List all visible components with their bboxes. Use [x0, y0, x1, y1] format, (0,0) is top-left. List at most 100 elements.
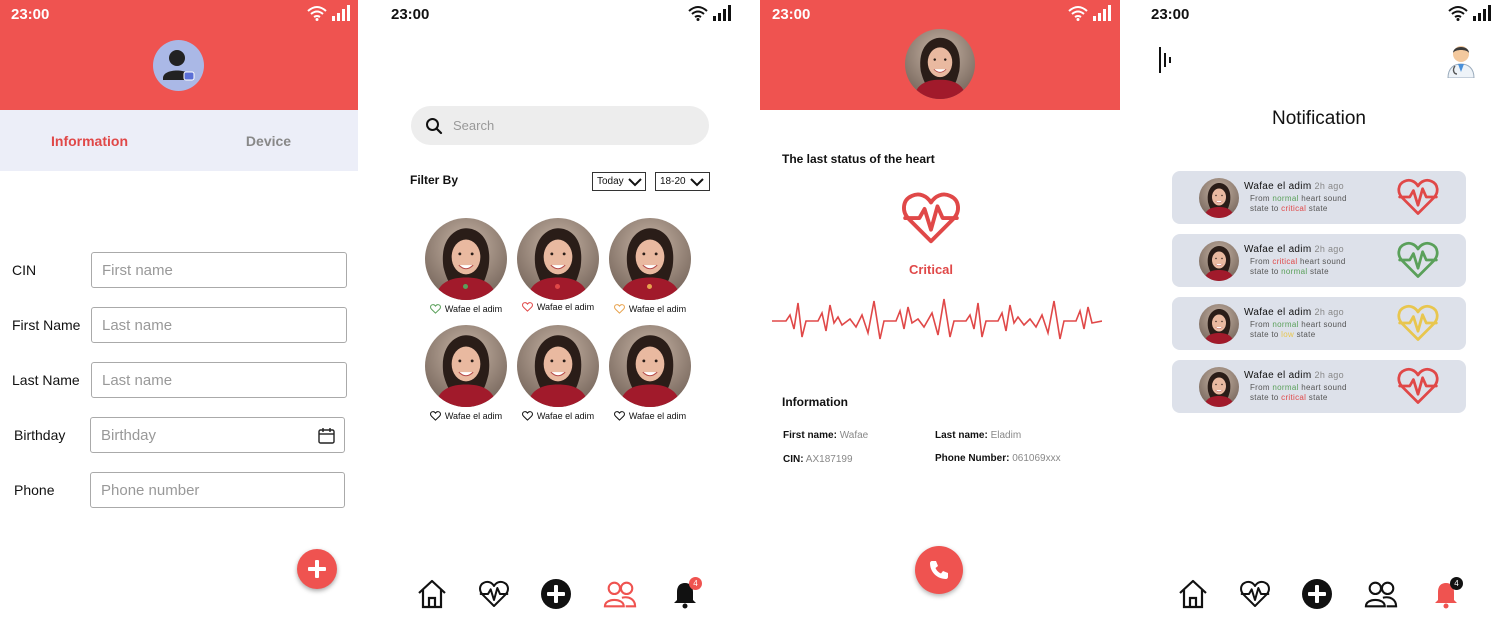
first-name-input[interactable]: Last name [91, 307, 347, 343]
msg-mid: heart sound [1301, 194, 1347, 203]
patient-photo [517, 325, 599, 407]
call-button[interactable] [915, 546, 963, 594]
birthday-label: Birthday [14, 427, 66, 443]
users-icon [1364, 581, 1398, 608]
msg-end: state [1309, 267, 1329, 276]
msg-to: state to [1250, 267, 1279, 276]
status-icons [688, 5, 732, 21]
search-input[interactable]: Search [411, 106, 709, 145]
age-filter-dropdown[interactable]: 18-20 [655, 172, 710, 191]
msg-from-state: normal [1272, 320, 1299, 329]
status-bar: 23:00 [1120, 0, 1500, 28]
plus-circle-icon [541, 579, 571, 609]
last-status-title: The last status of the heart [782, 152, 935, 166]
cin-row: CIN First name [12, 252, 348, 288]
msg-from: From [1250, 194, 1270, 203]
doctor-avatar-icon[interactable] [1444, 42, 1478, 78]
notification-message: From normal heart sound state to low sta… [1250, 320, 1347, 340]
status-dot [555, 284, 560, 289]
msg-from-state: normal [1272, 194, 1299, 203]
notification-item[interactable]: Wafae el adim 2h ago From critical heart… [1172, 234, 1466, 287]
tab-device[interactable]: Device [179, 110, 358, 171]
msg-mid: heart sound [1300, 257, 1346, 266]
last-name-field: Last name: Eladim [935, 430, 1021, 441]
information-title: Information [782, 395, 848, 409]
last-name-label: Last name: [935, 430, 988, 441]
patient-photo [517, 218, 599, 300]
nav-patients[interactable] [1364, 577, 1398, 611]
plus-circle-icon [1302, 579, 1332, 609]
patient-name: Wafae el adim [536, 302, 595, 312]
status-bar: 23:00 [0, 0, 358, 28]
add-patient-screen: 23:00 Information Device CIN First name … [0, 0, 358, 642]
add-patient-button[interactable] [297, 549, 337, 589]
heart-icon [522, 411, 533, 421]
notification-item[interactable]: Wafae el adim 2h ago From normal heart s… [1172, 360, 1466, 413]
nav-home[interactable] [1176, 577, 1210, 611]
birthday-placeholder: Birthday [101, 426, 157, 444]
nav-notifications[interactable]: 4 [1429, 577, 1463, 611]
phone-input[interactable]: Phone number [90, 472, 345, 508]
patient-name: Wafae el adim [444, 304, 503, 314]
patient-card[interactable]: Wafae el adim [605, 325, 695, 421]
nav-heart[interactable] [1238, 577, 1272, 611]
msg-from: From [1250, 383, 1270, 392]
nav-heart[interactable] [477, 577, 511, 611]
status-dot [647, 284, 652, 289]
msg-mid: heart sound [1301, 383, 1347, 392]
wifi-icon [688, 6, 708, 21]
first-name-label: First Name [12, 317, 81, 333]
notification-name: Wafae el adim [1244, 181, 1312, 192]
patient-photo [1199, 367, 1239, 407]
heart-icon [522, 302, 533, 312]
msg-to-state: critical [1281, 204, 1307, 213]
msg-to: state to [1250, 204, 1279, 213]
patient-card[interactable]: Wafae el adim [421, 325, 511, 421]
patient-card[interactable]: Wafae el adim [513, 218, 603, 312]
notification-time: 2h ago [1314, 370, 1344, 380]
chevron-down-icon [689, 177, 704, 186]
signal-icon [1093, 5, 1111, 21]
plus-icon [308, 560, 326, 578]
nav-notifications[interactable]: 4 [668, 577, 702, 611]
phone-label: Phone [14, 482, 55, 498]
birthday-row: Birthday Birthday [14, 417, 350, 453]
patient-card[interactable]: Wafae el adim [513, 325, 603, 421]
last-name-value: Eladim [990, 430, 1022, 441]
notification-name: Wafae el adim [1244, 307, 1312, 318]
last-name-row: Last Name Last name [12, 362, 348, 398]
patient-photo [905, 29, 975, 99]
last-name-label: Last Name [12, 372, 80, 388]
date-filter-dropdown[interactable]: Today [592, 172, 646, 191]
heart-pulse-icon [1396, 177, 1440, 217]
notifications-screen: 23:00 Notification Wafae el adim 2h ago … [1120, 0, 1500, 642]
bottom-nav: 4 [358, 577, 760, 611]
notification-item[interactable]: Wafae el adim 2h ago From normal heart s… [1172, 297, 1466, 350]
cin-label: CIN [12, 262, 37, 278]
phone-row: Phone Phone number [14, 472, 350, 508]
bottom-nav: 4 [1120, 577, 1500, 611]
nav-add[interactable] [539, 577, 573, 611]
signal-icon [713, 5, 731, 21]
nav-add[interactable] [1300, 577, 1334, 611]
notification-message: From normal heart sound state to critica… [1250, 194, 1347, 214]
profile-avatar[interactable] [153, 40, 204, 91]
status-bar: 23:00 [760, 0, 1120, 28]
patient-photo [425, 325, 507, 407]
calendar-icon[interactable] [318, 427, 335, 444]
nav-patients[interactable] [603, 577, 637, 611]
patient-name: Wafae el adim [628, 411, 687, 421]
last-name-input[interactable]: Last name [91, 362, 347, 398]
cin-input[interactable]: First name [91, 252, 347, 288]
notification-item[interactable]: Wafae el adim 2h ago From normal heart s… [1172, 171, 1466, 224]
menu-icon[interactable] [1158, 47, 1172, 73]
nav-home[interactable] [415, 577, 449, 611]
status-bar: 23:00 [358, 0, 760, 28]
birthday-input[interactable]: Birthday [90, 417, 345, 453]
msg-to-state: low [1281, 330, 1295, 339]
patient-card[interactable]: Wafae el adim [421, 218, 511, 314]
tab-information[interactable]: Information [0, 110, 179, 171]
home-icon [1179, 579, 1207, 609]
cin-value: AX187199 [805, 454, 853, 465]
patient-card[interactable]: Wafae el adim [605, 218, 695, 314]
